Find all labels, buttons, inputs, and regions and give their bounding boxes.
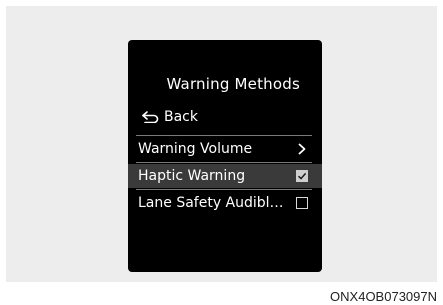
back-button[interactable]: Back — [142, 109, 198, 125]
menu-item-label: Haptic Warning — [138, 168, 246, 184]
menu-item-haptic-warning[interactable]: Haptic Warning — [128, 164, 322, 188]
cluster-screen: Warning Methods Back Warning Volume Hapt… — [128, 40, 322, 272]
screen-title: Warning Methods — [166, 75, 300, 93]
menu-item-lane-safety-audible[interactable]: Lane Safety Audibl… — [128, 191, 322, 215]
menu-item-label: Lane Safety Audibl… — [138, 195, 284, 211]
image-code: ONX4OB073097N — [330, 289, 437, 304]
chevron-right-icon — [298, 143, 306, 155]
divider — [136, 189, 312, 190]
divider — [136, 135, 312, 136]
menu-item-label: Warning Volume — [138, 141, 253, 157]
back-label: Back — [164, 109, 198, 125]
menu-item-warning-volume[interactable]: Warning Volume — [128, 137, 322, 161]
check-icon — [297, 172, 307, 180]
haptic-warning-checkbox[interactable] — [296, 170, 308, 182]
back-arrow-icon — [142, 111, 159, 123]
divider — [136, 162, 312, 163]
lane-safety-audible-checkbox[interactable] — [296, 197, 308, 209]
